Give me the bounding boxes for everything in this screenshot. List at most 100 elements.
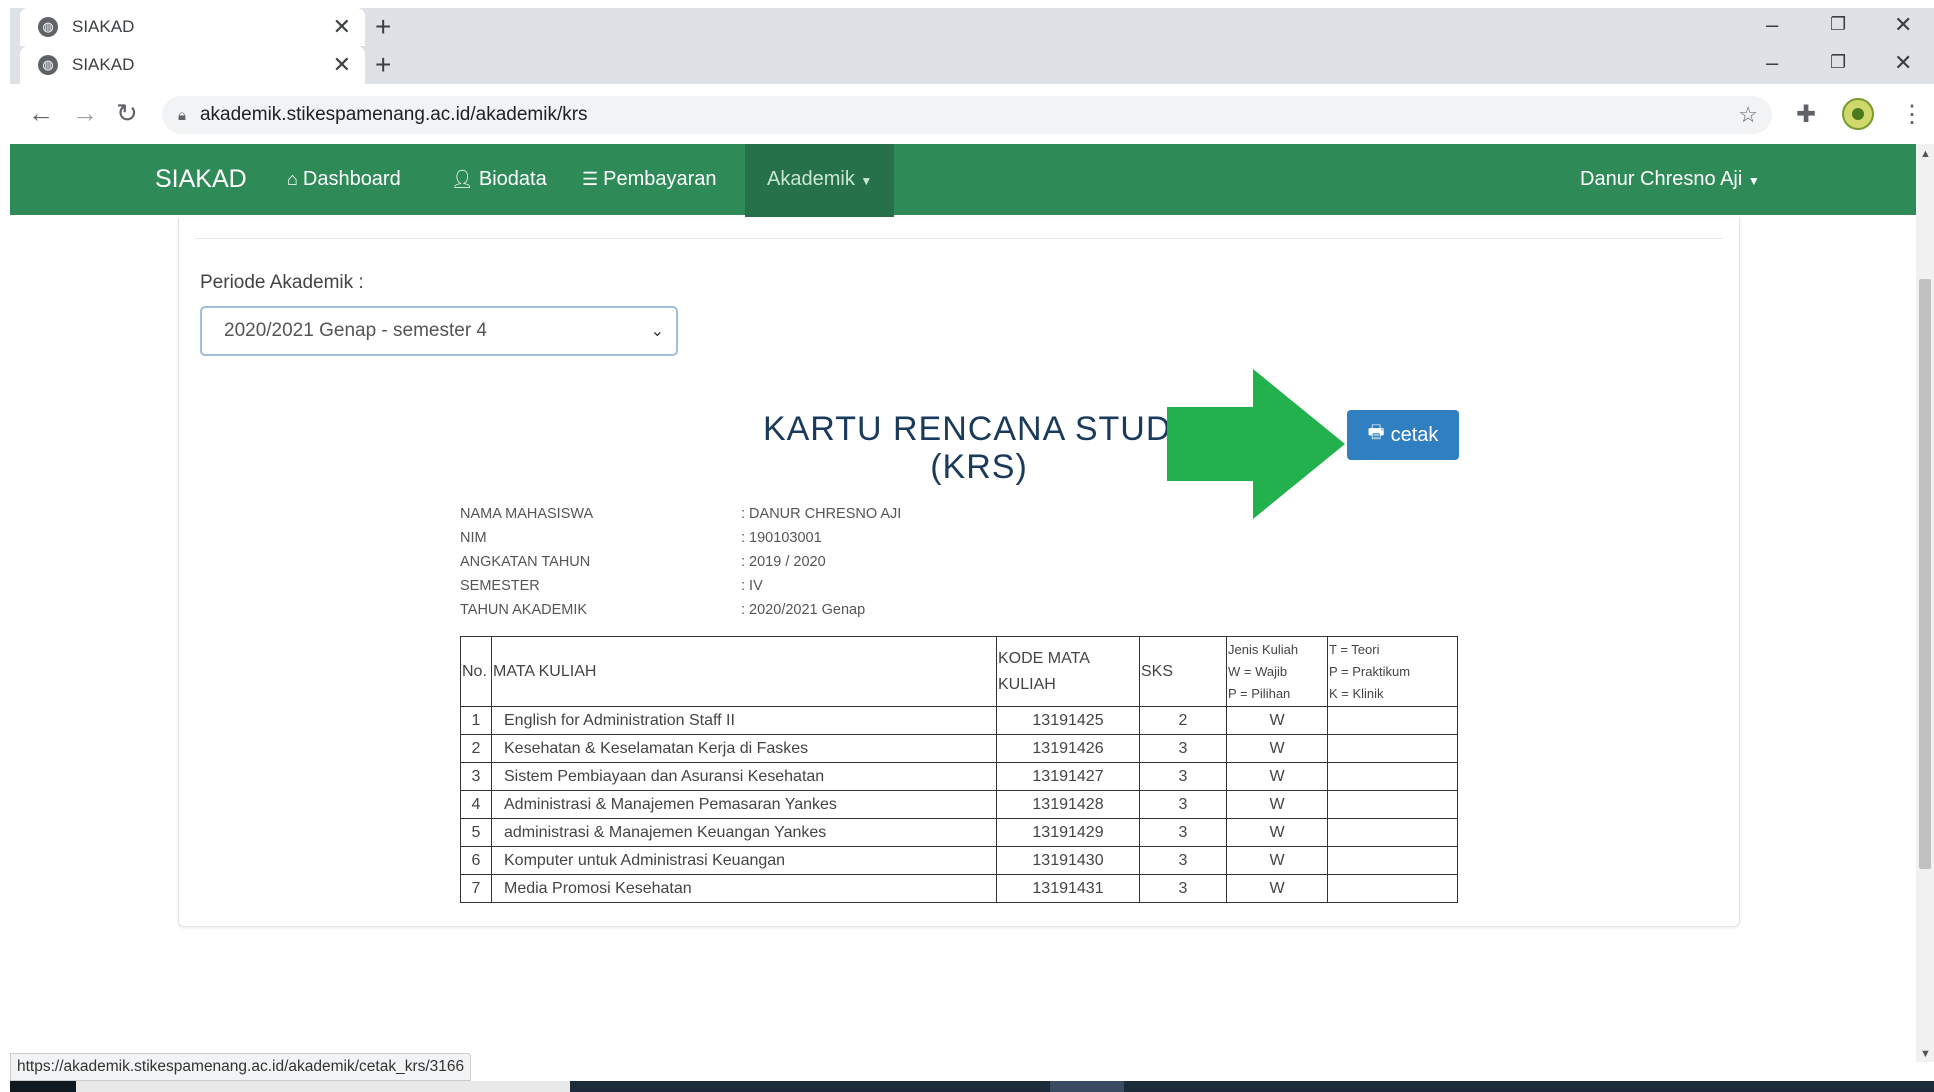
legend-line: K = Klinik [1329, 685, 1384, 701]
cell-jenis: W [1226, 846, 1328, 875]
cell-tipe [1327, 790, 1458, 819]
krs-panel: Periode Akademik : 2020/2021 Genap - sem… [178, 218, 1740, 927]
periode-label: Periode Akademik : [200, 272, 364, 293]
cell-tipe [1327, 706, 1458, 735]
cell-mata-kuliah: Media Promosi Kesehatan [491, 874, 997, 903]
globe-icon: ◍ [38, 55, 58, 75]
cell-jenis: W [1226, 790, 1328, 819]
cell-no: 2 [460, 734, 492, 763]
nav-dashboard-label: Dashboard [302, 168, 401, 190]
nav-akademik-label: Akademik [767, 168, 855, 190]
browser-tab[interactable]: ◍ SIAKAD ✕ [20, 46, 365, 84]
start-button[interactable] [10, 1081, 76, 1092]
table-row: 3 Sistem Pembiayaan dan Asuransi Kesehat… [460, 762, 1458, 791]
info-value: : DANUR CHRESNO AJI [741, 506, 902, 522]
cell-kode: 13191431 [996, 874, 1140, 903]
cell-sks: 3 [1139, 790, 1227, 819]
cetak-button[interactable]: 🖶 cetak [1347, 410, 1459, 460]
cell-sks: 3 [1139, 762, 1227, 791]
cell-kode: 13191430 [996, 846, 1140, 875]
new-tab-icon[interactable]: + [375, 50, 391, 80]
cell-jenis: W [1226, 874, 1328, 903]
table-row: 1 English for Administration Staff II 13… [460, 706, 1458, 735]
header-no: No. [460, 636, 492, 707]
periode-select[interactable]: 2020/2021 Genap - semester 4 ⌄ [200, 306, 678, 356]
table-header-row: No. MATA KULIAH KODE MATA KULIAH SKS Jen… [460, 636, 1458, 707]
cell-mata-kuliah: Administrasi & Manajemen Pemasaran Yanke… [491, 790, 997, 819]
bookmark-star-icon[interactable]: ☆ [1738, 102, 1758, 128]
restore-icon[interactable]: ❐ [1830, 52, 1846, 73]
cell-mata-kuliah: Sistem Pembiayaan dan Asuransi Kesehatan [491, 762, 997, 791]
krs-table: No. MATA KULIAH KODE MATA KULIAH SKS Jen… [460, 636, 1458, 903]
browser-tab[interactable]: ◍ SIAKAD ✕ [20, 8, 365, 46]
taskbar-search[interactable] [76, 1081, 570, 1092]
close-window-icon[interactable]: ✕ [1894, 12, 1912, 38]
url-input[interactable]: 🔒︎ akademik.stikespamenang.ac.id/akademi… [162, 96, 1772, 134]
menu-kebab-icon[interactable]: ⋮ [1900, 100, 1924, 129]
profile-avatar[interactable] [1842, 98, 1874, 130]
lock-icon: 🔒︎ [178, 106, 186, 124]
info-value: : 190103001 [741, 530, 822, 546]
cell-mata-kuliah: Komputer untuk Administrasi Keuangan [491, 846, 997, 875]
forward-icon[interactable]: → [72, 98, 98, 129]
legend-line: W = Wajib [1228, 663, 1288, 679]
nav-dashboard[interactable]: ⌂ Dashboard [287, 144, 401, 215]
info-key: NIM [460, 530, 487, 546]
user-menu[interactable]: Danur Chresno Aji ▼ [1580, 144, 1760, 217]
page-scrollbar[interactable]: ▲ ▼ [1916, 144, 1934, 1062]
brand-logo[interactable]: SIAKAD [155, 144, 247, 215]
tab-title: SIAKAD [72, 55, 135, 74]
cell-no: 3 [460, 762, 492, 791]
minimize-icon[interactable]: – [1766, 50, 1778, 76]
scrollbar-thumb[interactable] [1919, 279, 1931, 869]
legend-line: T = Teori [1329, 641, 1380, 657]
address-bar: ← → ↻ 🔒︎ akademik.stikespamenang.ac.id/a… [10, 86, 1934, 145]
info-value: : IV [741, 578, 763, 594]
cell-kode: 13191425 [996, 706, 1140, 735]
cell-no: 4 [460, 790, 492, 819]
table-row: 6 Komputer untuk Administrasi Keuangan 1… [460, 846, 1458, 875]
cell-mata-kuliah: administrasi & Manajemen Keuangan Yankes [491, 818, 997, 847]
nav-akademik[interactable]: Akademik ▼ [745, 144, 895, 217]
tab-title: SIAKAD [72, 17, 135, 36]
reload-icon[interactable]: ↻ [116, 98, 138, 129]
new-tab-icon[interactable]: + [375, 12, 391, 42]
restore-icon[interactable]: ❐ [1830, 14, 1846, 35]
header-jenis-kuliah: Jenis Kuliah W = Wajib P = Pilihan [1226, 636, 1328, 707]
close-tab-icon[interactable]: ✕ [333, 14, 351, 40]
cell-kode: 13191427 [996, 762, 1140, 791]
chevron-down-icon: ⌄ [650, 323, 664, 340]
tab-strip-secondary: ◍ SIAKAD ✕ + – ❐ ✕ [10, 46, 1934, 84]
info-value: : 2020/2021 Genap [741, 602, 866, 618]
scroll-down-icon[interactable]: ▼ [1920, 1048, 1931, 1060]
extensions-icon[interactable]: ✚ [1796, 100, 1816, 129]
minimize-icon[interactable]: – [1766, 12, 1778, 38]
scroll-up-icon[interactable]: ▲ [1920, 148, 1931, 160]
header-tipe: T = Teori P = Praktikum K = Klinik [1327, 636, 1458, 707]
browser-window: ◍ SIAKAD ✕ + – ❐ ✕ ◍ SIAKAD ✕ + – ❐ ✕ ← … [10, 8, 1934, 1092]
nav-pembayaran[interactable]: ☰ Pembayaran [582, 144, 717, 215]
cell-no: 1 [460, 706, 492, 735]
app-navbar: SIAKAD ⌂ Dashboard 👤︎ Biodata ☰ Pembayaran … [10, 144, 1916, 217]
info-key: SEMESTER [460, 578, 540, 594]
divider [195, 238, 1723, 239]
back-icon[interactable]: ← [28, 98, 54, 129]
cell-jenis: W [1226, 818, 1328, 847]
close-tab-icon[interactable]: ✕ [333, 52, 351, 78]
cell-mata-kuliah: English for Administration Staff II [491, 706, 997, 735]
cell-no: 6 [460, 846, 492, 875]
header-sks: SKS [1139, 636, 1227, 707]
close-window-icon[interactable]: ✕ [1894, 50, 1912, 76]
taskbar-app[interactable] [1050, 1081, 1124, 1092]
nav-pembayaran-label: Pembayaran [603, 168, 717, 190]
cell-no: 5 [460, 818, 492, 847]
cell-tipe [1327, 874, 1458, 903]
list-icon: ☰ [582, 169, 599, 189]
legend-line: P = Praktikum [1329, 663, 1411, 679]
cell-sks: 3 [1139, 874, 1227, 903]
cell-jenis: W [1226, 762, 1328, 791]
legend-line: Jenis Kuliah [1228, 641, 1299, 657]
cell-kode: 13191429 [996, 818, 1140, 847]
nav-biodata-label: Biodata [478, 168, 547, 190]
nav-biodata[interactable]: 👤︎ Biodata [451, 144, 547, 215]
